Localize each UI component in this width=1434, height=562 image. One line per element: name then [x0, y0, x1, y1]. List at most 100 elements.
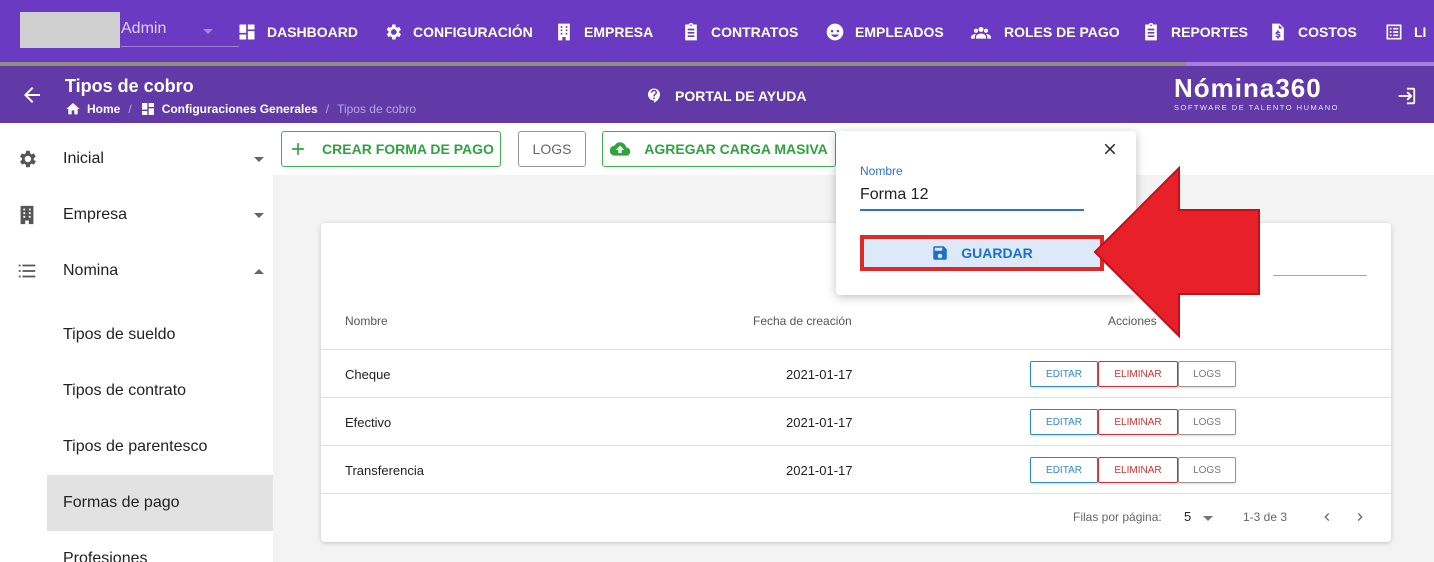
list-icon [16, 260, 38, 282]
nav-empresa[interactable]: EMPRESA [554, 20, 653, 44]
pagination-range: 1-3 de 3 [1243, 510, 1288, 524]
user-menu[interactable]: Admin [20, 12, 239, 48]
save-icon [933, 246, 947, 260]
create-button-label: CREAR FORMA DE PAGO [322, 141, 494, 157]
nav-contratos-label: CONTRATOS [711, 24, 799, 40]
edit-button[interactable]: EDITAR [1030, 457, 1098, 483]
cell-name: Cheque [345, 367, 391, 382]
sidebar-item-empresa[interactable]: Empresa [0, 187, 273, 243]
sidebar-item-nomina[interactable]: Nomina [0, 243, 273, 299]
chevron-down-icon [254, 156, 264, 162]
user-underline [121, 46, 239, 47]
cell-name: Transferencia [345, 463, 424, 478]
sidebar: Inicial Empresa Nomina Tipos de sueldo T… [0, 123, 273, 562]
nav-costos[interactable]: COSTOS [1268, 20, 1357, 44]
sidebar-item-label: Nomina [63, 262, 119, 279]
red-arrow-annotation [1093, 165, 1260, 339]
table-bottom-divider [321, 493, 1391, 494]
nav-reportes-label: REPORTES [1171, 24, 1249, 40]
cell-date: 2021-01-17 [786, 367, 853, 382]
bulk-upload-label: AGREGAR CARGA MASIVA [644, 141, 828, 157]
nav-empleados[interactable]: EMPLEADOS [825, 20, 944, 44]
row-actions: EDITAR ELIMINAR LOGS [1030, 409, 1236, 435]
sidebar-subitem-profesiones[interactable]: Profesiones [47, 531, 273, 562]
chevron-left-icon [1324, 513, 1330, 521]
clipboard-icon [685, 22, 697, 41]
avatar [20, 12, 120, 48]
logout-icon [1398, 87, 1416, 105]
nav-empleados-label: EMPLEADOS [855, 24, 944, 40]
breadcrumb-section[interactable]: Configuraciones Generales [162, 102, 318, 116]
row-logs-button[interactable]: LOGS [1178, 457, 1236, 483]
row-actions: EDITAR ELIMINAR LOGS [1030, 361, 1236, 387]
invoice-icon [1272, 23, 1284, 41]
plus-icon [292, 143, 304, 155]
nav-costos-label: COSTOS [1298, 24, 1357, 40]
close-icon [1104, 143, 1116, 155]
next-page-button[interactable] [1352, 509, 1368, 525]
breadcrumb-separator: / [128, 102, 132, 116]
save-button[interactable]: GUARDAR [860, 235, 1104, 271]
delete-button[interactable]: ELIMINAR [1098, 457, 1178, 483]
edit-button[interactable]: EDITAR [1030, 409, 1098, 435]
nav-dashboard-label: DASHBOARD [267, 24, 358, 40]
people-icon [971, 27, 991, 39]
rows-per-page-select[interactable]: 5 [1184, 509, 1191, 524]
sidebar-item-inicial[interactable]: Inicial [0, 131, 273, 187]
nav-empresa-label: EMPRESA [584, 24, 654, 40]
delete-button[interactable]: ELIMINAR [1098, 409, 1178, 435]
sidebar-subitem-tipos-de-parentesco[interactable]: Tipos de parentesco [47, 419, 273, 475]
dashboard-icon [141, 103, 154, 115]
home-icon [66, 103, 80, 115]
create-payment-method-button[interactable]: CREAR FORMA DE PAGO [281, 131, 501, 167]
nav-reportes[interactable]: REPORTES [1141, 20, 1248, 44]
logout-button[interactable] [1395, 85, 1417, 107]
edit-button[interactable]: EDITAR [1030, 361, 1098, 387]
prev-page-button[interactable] [1319, 509, 1335, 525]
logs-button[interactable]: LOGS [518, 131, 586, 167]
table-row: Cheque 2021-01-17 EDITAR ELIMINAR LOGS [321, 349, 1391, 397]
close-button[interactable] [1101, 140, 1119, 158]
logo-text: Nómina360 [1174, 73, 1322, 103]
create-payment-popover: Nombre GUARDAR [836, 131, 1136, 295]
sidebar-subitem-tipos-de-sueldo[interactable]: Tipos de sueldo [47, 307, 273, 363]
nav-configuracion-label: CONFIGURACIÓN [413, 24, 533, 40]
help-portal-label: PORTAL DE AYUDA [675, 88, 807, 104]
gear-icon [16, 148, 38, 170]
bulk-upload-button[interactable]: AGREGAR CARGA MASIVA [602, 131, 836, 167]
nav-contratos[interactable]: CONTRATOS [681, 20, 798, 44]
name-field-label: Nombre [860, 164, 903, 178]
delete-button[interactable]: ELIMINAR [1098, 361, 1178, 387]
building-icon [16, 204, 38, 226]
list-icon [1386, 24, 1402, 40]
row-logs-button[interactable]: LOGS [1178, 361, 1236, 387]
chevron-down-icon [203, 29, 213, 34]
page-header: Tipos de cobro Home / Configuraciones Ge… [0, 66, 1434, 123]
chevron-down-icon [1203, 516, 1213, 521]
logo: Nómina360 SOFTWARE DE TALENTO HUMANO [1174, 73, 1354, 112]
help-portal-link[interactable]: PORTAL DE AYUDA [645, 87, 806, 105]
back-button[interactable] [20, 83, 44, 107]
user-name: Admin [121, 20, 167, 37]
column-header-name[interactable]: Nombre [345, 314, 388, 328]
sidebar-subitem-tipos-de-contrato[interactable]: Tipos de contrato [47, 363, 273, 419]
breadcrumb: Home / Configuraciones Generales / Tipos… [65, 101, 416, 117]
sidebar-subitem-formas-de-pago[interactable]: Formas de pago [47, 475, 273, 531]
search-input-underline[interactable] [1273, 275, 1367, 276]
face-icon [826, 23, 844, 41]
nav-roles-label: ROLES DE PAGO [1004, 24, 1120, 40]
row-logs-button[interactable]: LOGS [1178, 409, 1236, 435]
nav-li-label: LI [1414, 24, 1427, 40]
nav-li[interactable]: LI [1384, 20, 1426, 44]
breadcrumb-current: Tipos de cobro [337, 102, 417, 116]
column-header-date[interactable]: Fecha de creación [753, 314, 852, 328]
help-icon [648, 88, 660, 103]
sidebar-item-label: Empresa [63, 206, 128, 223]
name-field[interactable] [860, 181, 1084, 211]
breadcrumb-home[interactable]: Home [87, 102, 120, 116]
nav-roles-de-pago[interactable]: ROLES DE PAGO [968, 20, 1120, 44]
nav-dashboard[interactable]: DASHBOARD [237, 20, 358, 44]
logo-tagline: SOFTWARE DE TALENTO HUMANO [1174, 103, 1339, 112]
nav-configuracion[interactable]: CONFIGURACIÓN [383, 20, 533, 44]
cell-date: 2021-01-17 [786, 415, 853, 430]
